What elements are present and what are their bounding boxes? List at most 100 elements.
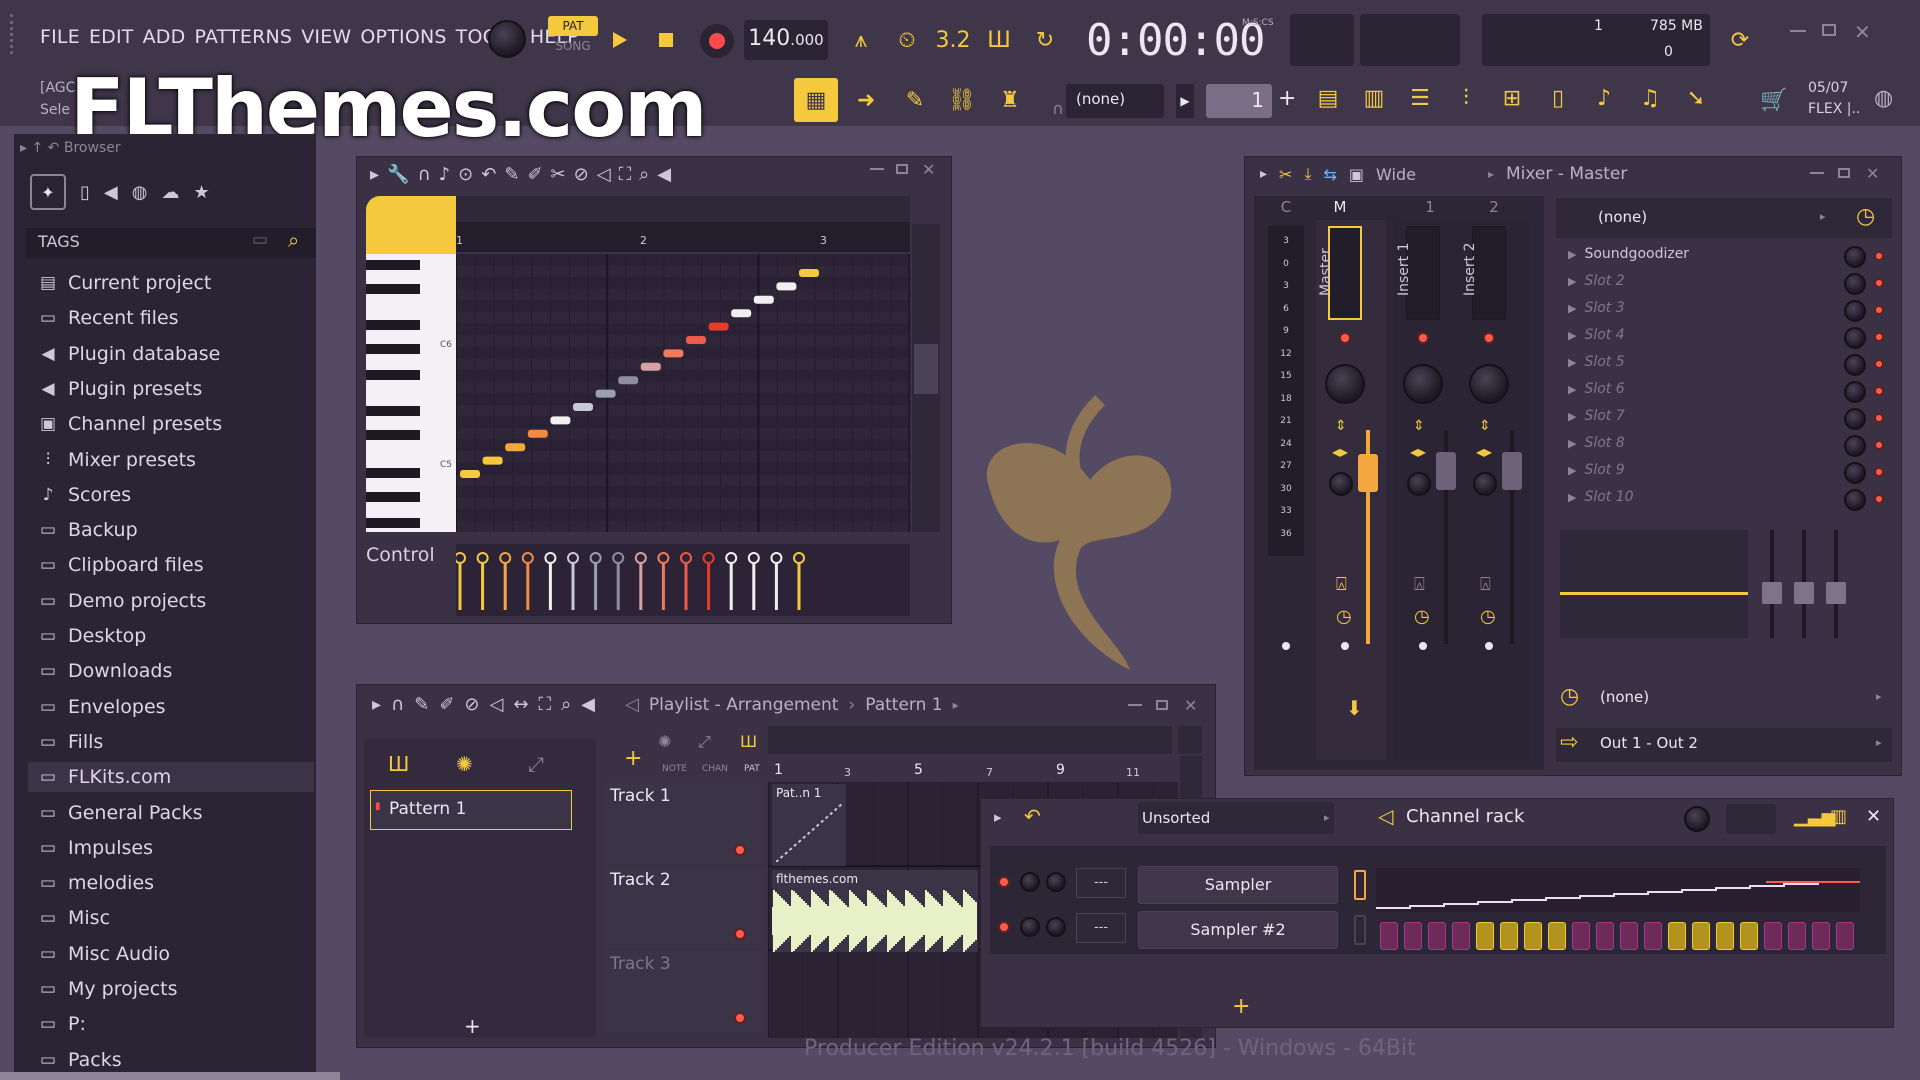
menu-add[interactable]: ADD <box>143 26 186 48</box>
stamp-icon[interactable]: ♜ <box>992 82 1028 118</box>
playlist-magnet-icon[interactable]: ∩ <box>391 694 404 715</box>
slot-mix-knob[interactable] <box>1844 273 1866 295</box>
browser-item[interactable]: ⫶ Mixer presets <box>28 445 314 475</box>
browser-item[interactable]: ▭ Fills <box>28 727 314 757</box>
black-key[interactable] <box>366 430 420 440</box>
black-key[interactable] <box>366 320 420 330</box>
piano-roll-timeline[interactable]: 1 2 3 <box>456 222 910 252</box>
mixer-route-field[interactable]: --- <box>1076 868 1126 898</box>
note[interactable] <box>460 470 480 478</box>
strip-enable-led[interactable] <box>1483 332 1495 344</box>
mute-icon[interactable]: ⊘ <box>574 164 589 185</box>
piano-keyboard[interactable]: C6 C5 <box>366 254 456 532</box>
velocity-lane[interactable] <box>456 544 910 616</box>
mixer-route-field[interactable]: --- <box>1076 913 1126 943</box>
slot-enable-led[interactable] <box>1874 251 1884 261</box>
browser-item[interactable]: ▤ Current project <box>28 268 314 298</box>
step-button[interactable] <box>1452 922 1470 950</box>
route-dot[interactable] <box>1282 642 1290 650</box>
brush-icon[interactable]: ✎ <box>897 82 933 118</box>
plugin-filter-icon[interactable]: ◀ <box>104 182 118 203</box>
tab-pat[interactable]: PAT <box>744 764 760 774</box>
pattern-clips-icon[interactable]: Ш <box>388 752 409 776</box>
zoom-icon[interactable]: ⌕ <box>639 164 649 185</box>
playback-icon[interactable]: ◀ <box>657 164 671 185</box>
pat-filter-icon[interactable]: Ш <box>740 732 757 751</box>
countdown-icon[interactable]: 3.2 <box>935 22 971 58</box>
mixer-view-label[interactable]: Wide <box>1376 165 1416 184</box>
note[interactable] <box>708 322 729 331</box>
volume-knob-small[interactable] <box>1407 472 1431 496</box>
volume-fader[interactable] <box>1358 454 1378 492</box>
black-key[interactable] <box>366 406 420 416</box>
add-track-icon[interactable]: + <box>624 746 642 771</box>
swing-knob[interactable] <box>1684 806 1710 832</box>
record-filter-icon[interactable]: ⊙ <box>458 164 473 185</box>
wrench-icon[interactable]: 🔧 <box>387 164 409 185</box>
latency-clock-icon[interactable]: ◷ <box>1414 606 1430 627</box>
step-button[interactable] <box>1548 922 1566 950</box>
browser-item[interactable]: ▭ Recent files <box>28 303 314 333</box>
step-button[interactable] <box>1764 922 1782 950</box>
note[interactable] <box>663 349 684 358</box>
slot-enable-led[interactable] <box>1874 278 1884 288</box>
slot-mix-knob[interactable] <box>1844 246 1866 268</box>
velocity-handle[interactable] <box>725 552 738 564</box>
paint-icon[interactable]: ✐ <box>527 164 542 185</box>
pencil-icon[interactable]: ✎ <box>504 164 519 185</box>
velocity-handle[interactable] <box>589 552 602 564</box>
velocity-handle[interactable] <box>793 552 805 564</box>
browser-item[interactable]: ▭ Desktop <box>28 621 314 651</box>
channel-button[interactable]: Sampler #2 <box>1138 911 1338 949</box>
slot-mix-knob[interactable] <box>1844 327 1866 349</box>
playlist-mute-icon[interactable]: ⊘ <box>464 694 479 715</box>
menu-edit[interactable]: EDIT <box>89 26 134 48</box>
favorites-star-icon[interactable]: ★ <box>193 182 209 203</box>
eq-band-faders[interactable] <box>1756 530 1876 638</box>
project-info-icon[interactable]: ▯ <box>1540 80 1576 116</box>
close-icon[interactable]: ✕ <box>1854 20 1871 44</box>
note-icon[interactable]: ♪ <box>439 164 451 185</box>
strip-enable-led[interactable] <box>1417 332 1429 344</box>
globe-icon[interactable]: ◍ <box>1874 86 1893 111</box>
effect-slot[interactable]: ▶ Slot 10 <box>1568 489 1884 511</box>
playlist-zoom-icon[interactable]: ⌕ <box>561 694 571 715</box>
route-dot[interactable] <box>1485 642 1493 650</box>
channel-select-box[interactable] <box>1354 870 1366 900</box>
graph-editor[interactable] <box>1376 868 1860 912</box>
effect-slot[interactable]: ▶ Slot 4 <box>1568 327 1884 349</box>
chan-filter-icon[interactable]: ⤢ <box>698 732 711 752</box>
volume-fader[interactable] <box>1436 452 1456 490</box>
note[interactable] <box>640 362 661 371</box>
effect-slot[interactable]: ▶ Slot 9 <box>1568 462 1884 484</box>
mixer-minimize-icon[interactable] <box>1810 172 1824 174</box>
slot-mix-knob[interactable] <box>1844 381 1866 403</box>
playlist-icon[interactable]: ▤ <box>1310 80 1346 116</box>
playlist-select-icon[interactable]: ⛶ <box>538 694 551 715</box>
route-dot[interactable] <box>1419 642 1427 650</box>
slot-mix-knob[interactable] <box>1844 408 1866 430</box>
velocity-handle[interactable] <box>476 552 489 564</box>
step-button[interactable] <box>1740 922 1758 950</box>
menu-view[interactable]: VIEW <box>301 26 351 48</box>
playlist-pencil-icon[interactable]: ✎ <box>414 694 429 715</box>
browser-item[interactable]: ▭ Impulses <box>28 833 314 863</box>
volume-fader[interactable] <box>1502 452 1522 490</box>
slot-mix-knob[interactable] <box>1844 354 1866 376</box>
toolbar-grip[interactable] <box>10 14 24 54</box>
effect-slot[interactable]: ▶ Slot 3 <box>1568 300 1884 322</box>
event-editor-label[interactable]: Control <box>366 544 456 616</box>
pattern-selector[interactable]: (none) <box>1066 84 1164 118</box>
browser-item[interactable]: ▭ Backup <box>28 515 314 545</box>
velocity-handle[interactable] <box>770 552 783 564</box>
velocity-handle[interactable] <box>567 552 579 564</box>
slot-enable-led[interactable] <box>1874 359 1884 369</box>
mixer-close-icon[interactable]: ✕ <box>1866 164 1879 183</box>
undo-history-icon[interactable]: ⟳ <box>1722 22 1758 58</box>
preset-arrow-icon[interactable]: ▸ <box>1820 210 1826 223</box>
mixer-layout-icon[interactable]: ▣ <box>1349 165 1364 184</box>
time-display[interactable]: 0:00:00 M:S:CS <box>1086 14 1306 66</box>
velocity-handle[interactable] <box>634 552 647 564</box>
effect-slot[interactable]: ▶ Slot 6 <box>1568 381 1884 403</box>
playlist-playback-icon[interactable]: ◀ <box>581 694 595 715</box>
